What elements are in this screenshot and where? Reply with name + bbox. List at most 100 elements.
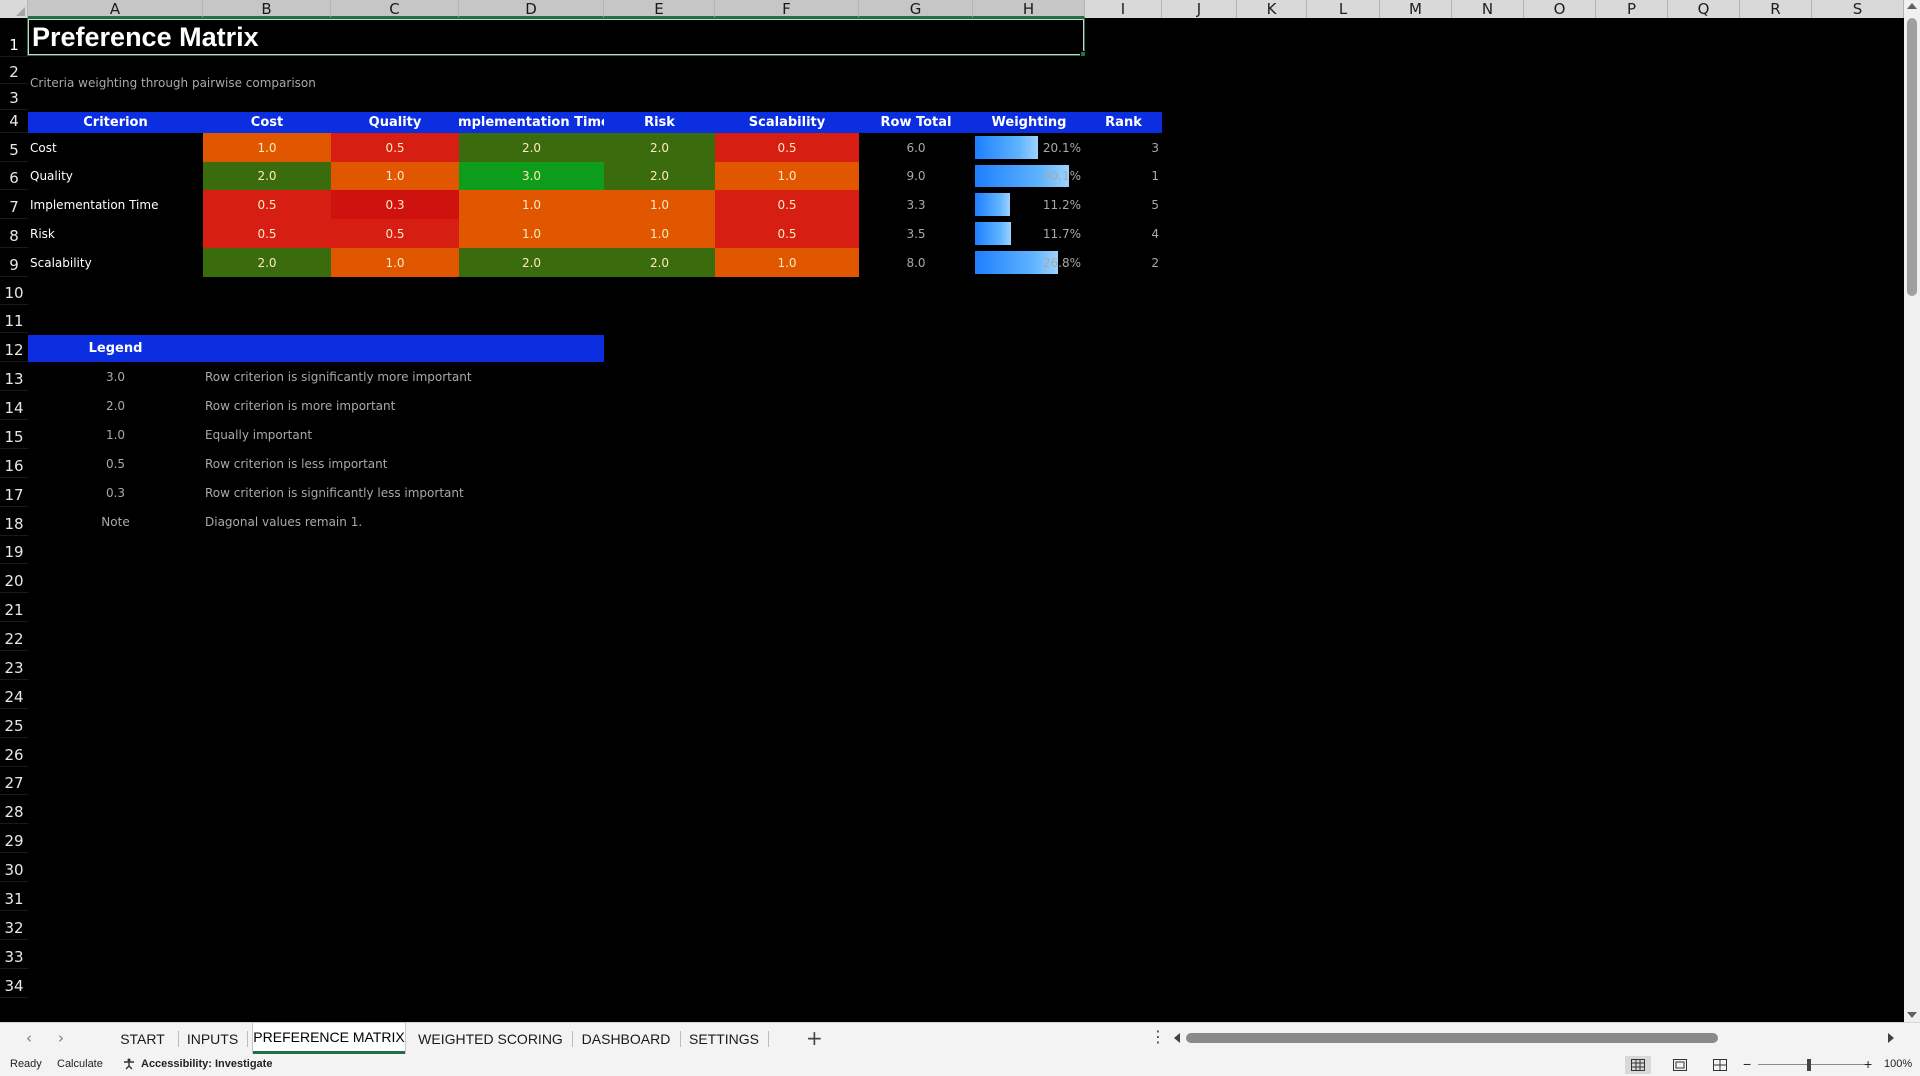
- scroll-left-icon[interactable]: [1174, 1033, 1180, 1043]
- row-header-25[interactable]: 25: [0, 709, 28, 738]
- sheet-tab-preference-matrix[interactable]: PREFERENCE MATRIX: [253, 1023, 405, 1054]
- weighting-cell[interactable]: 11.2%: [973, 190, 1085, 219]
- matrix-value-cell[interactable]: 1.0: [331, 248, 459, 277]
- scroll-up-icon[interactable]: [1907, 3, 1917, 9]
- matrix-value-cell[interactable]: 2.0: [459, 248, 604, 277]
- row-header-5[interactable]: 5: [0, 133, 28, 162]
- column-header-d[interactable]: D: [459, 0, 604, 18]
- matrix-value-cell[interactable]: 0.5: [203, 190, 331, 219]
- status-calculate[interactable]: Calculate: [57, 1058, 103, 1070]
- row-header-7[interactable]: 7: [0, 190, 28, 219]
- row-header-19[interactable]: 19: [0, 536, 28, 564]
- zoom-level[interactable]: 100%: [1884, 1058, 1912, 1070]
- matrix-value-cell[interactable]: 2.0: [203, 248, 331, 277]
- row-header-11[interactable]: 11: [0, 305, 28, 333]
- column-header-h[interactable]: H: [973, 0, 1085, 18]
- row-header-34[interactable]: 34: [0, 969, 28, 998]
- matrix-value-cell[interactable]: 1.0: [203, 133, 331, 162]
- matrix-value-cell[interactable]: 2.0: [459, 133, 604, 162]
- column-header-j[interactable]: J: [1162, 0, 1237, 18]
- weighting-cell[interactable]: 26.8%: [973, 248, 1085, 277]
- scroll-down-icon[interactable]: [1907, 1012, 1917, 1018]
- fill-handle[interactable]: [1080, 51, 1086, 57]
- row-header-13[interactable]: 13: [0, 362, 28, 391]
- matrix-value-cell[interactable]: 1.0: [459, 219, 604, 248]
- row-header-15[interactable]: 15: [0, 420, 28, 449]
- column-header-q[interactable]: Q: [1668, 0, 1740, 18]
- matrix-value-cell[interactable]: 1.0: [604, 219, 715, 248]
- matrix-value-cell[interactable]: 1.0: [715, 248, 859, 277]
- row-header-2[interactable]: 2: [0, 57, 28, 84]
- matrix-value-cell[interactable]: 0.5: [331, 133, 459, 162]
- accessibility-status[interactable]: Accessibility: Investigate: [141, 1058, 272, 1070]
- matrix-value-cell[interactable]: 0.3: [331, 190, 459, 219]
- matrix-value-cell[interactable]: 2.0: [203, 162, 331, 190]
- horizontal-scroll-thumb[interactable]: [1186, 1033, 1718, 1043]
- add-sheet-icon[interactable]: +: [806, 1026, 823, 1050]
- column-header-f[interactable]: F: [715, 0, 859, 18]
- row-header-23[interactable]: 23: [0, 651, 28, 680]
- matrix-value-cell[interactable]: 0.5: [715, 219, 859, 248]
- row-header-18[interactable]: 18: [0, 507, 28, 536]
- row-header-1[interactable]: 1: [0, 18, 28, 57]
- matrix-value-cell[interactable]: 1.0: [331, 162, 459, 190]
- column-header-e[interactable]: E: [604, 0, 715, 18]
- row-header-12[interactable]: 12: [0, 333, 28, 362]
- row-header-33[interactable]: 33: [0, 940, 28, 969]
- matrix-value-cell[interactable]: 1.0: [459, 190, 604, 219]
- page-layout-icon[interactable]: [1667, 1056, 1693, 1074]
- more-options-icon[interactable]: ⋮: [1150, 1027, 1166, 1046]
- row-header-10[interactable]: 10: [0, 277, 28, 305]
- row-header-24[interactable]: 24: [0, 680, 28, 709]
- row-header-27[interactable]: 27: [0, 767, 28, 795]
- matrix-value-cell[interactable]: 0.5: [203, 219, 331, 248]
- zoom-in-icon[interactable]: +: [1864, 1056, 1872, 1072]
- row-header-6[interactable]: 6: [0, 162, 28, 190]
- column-header-o[interactable]: O: [1524, 0, 1596, 18]
- row-header-28[interactable]: 28: [0, 795, 28, 824]
- row-header-8[interactable]: 8: [0, 219, 28, 248]
- sheet-tab-settings[interactable]: SETTINGS: [680, 1023, 768, 1054]
- row-header-16[interactable]: 16: [0, 449, 28, 478]
- column-header-g[interactable]: G: [859, 0, 973, 18]
- column-header-a[interactable]: A: [28, 0, 203, 18]
- matrix-value-cell[interactable]: 0.5: [331, 219, 459, 248]
- zoom-slider-thumb[interactable]: [1807, 1059, 1811, 1071]
- row-header-9[interactable]: 9: [0, 248, 28, 277]
- select-all-corner[interactable]: [0, 0, 28, 18]
- column-header-i[interactable]: I: [1085, 0, 1162, 18]
- row-header-31[interactable]: 31: [0, 882, 28, 911]
- column-header-s[interactable]: S: [1812, 0, 1904, 18]
- page-break-preview-icon[interactable]: [1707, 1056, 1733, 1074]
- row-header-32[interactable]: 32: [0, 911, 28, 940]
- row-header-26[interactable]: 26: [0, 738, 28, 767]
- row-header-22[interactable]: 22: [0, 622, 28, 651]
- column-header-c[interactable]: C: [331, 0, 459, 18]
- column-header-n[interactable]: N: [1452, 0, 1524, 18]
- row-header-17[interactable]: 17: [0, 478, 28, 507]
- row-header-21[interactable]: 21: [0, 593, 28, 622]
- matrix-value-cell[interactable]: 0.5: [715, 133, 859, 162]
- weighting-cell[interactable]: 30.1%: [973, 162, 1085, 190]
- chevron-left-icon[interactable]: ‹: [26, 1029, 32, 1047]
- horizontal-scrollbar[interactable]: [1172, 1031, 1896, 1045]
- sheet-tab-weighted-scoring[interactable]: WEIGHTED SCORING: [409, 1023, 572, 1054]
- zoom-slider[interactable]: [1758, 1064, 1866, 1065]
- matrix-value-cell[interactable]: 2.0: [604, 133, 715, 162]
- sheet-tab-dashboard[interactable]: DASHBOARD: [572, 1023, 680, 1054]
- column-header-r[interactable]: R: [1740, 0, 1812, 18]
- row-header-30[interactable]: 30: [0, 853, 28, 882]
- row-header-29[interactable]: 29: [0, 824, 28, 853]
- matrix-value-cell[interactable]: 3.0: [459, 162, 604, 190]
- matrix-value-cell[interactable]: 2.0: [604, 162, 715, 190]
- matrix-value-cell[interactable]: 0.5: [715, 190, 859, 219]
- row-header-3[interactable]: 3: [0, 84, 28, 110]
- sheet-tab-start[interactable]: START: [107, 1023, 178, 1054]
- column-header-k[interactable]: K: [1237, 0, 1307, 18]
- sheet-tab-inputs[interactable]: INPUTS: [178, 1023, 247, 1054]
- weighting-cell[interactable]: 11.7%: [973, 219, 1085, 248]
- accessibility-icon[interactable]: [123, 1058, 135, 1073]
- column-header-m[interactable]: M: [1380, 0, 1452, 18]
- chevron-right-icon[interactable]: ›: [58, 1029, 64, 1047]
- column-header-b[interactable]: B: [203, 0, 331, 18]
